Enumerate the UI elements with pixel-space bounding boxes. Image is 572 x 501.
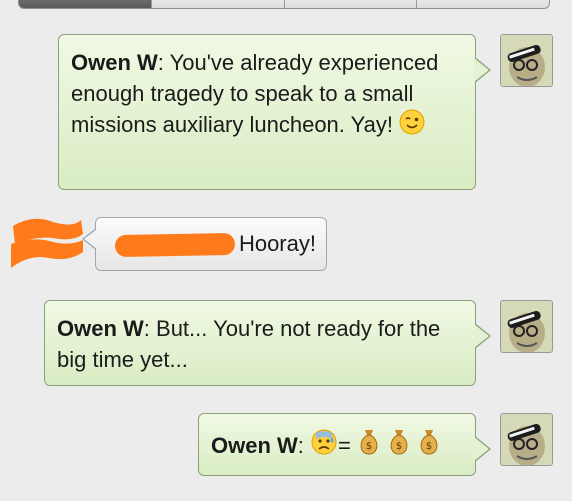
svg-text:$: $	[426, 441, 432, 452]
message-sender: Owen W	[211, 432, 298, 458]
message-bubble: Owen W: = $ $ $	[198, 413, 491, 476]
avatar[interactable]	[500, 34, 553, 87]
tab-segment-4[interactable]	[417, 0, 549, 8]
message-sender: Owen W	[57, 316, 144, 341]
equals-sign: =	[338, 432, 351, 458]
redacted-sender-name	[114, 233, 236, 258]
message-bubble: Owen W: You've already experienced enoug…	[58, 34, 491, 190]
message-bubble: Owen W: But... You're not ready for the …	[44, 300, 491, 386]
avatar-photo-icon	[501, 301, 552, 352]
svg-text:$: $	[366, 441, 372, 452]
tab-segment-1[interactable]	[19, 0, 152, 8]
message-bubble: Hooray!	[82, 217, 327, 271]
redacted-avatar	[11, 218, 83, 268]
money-bag-icon: $	[417, 428, 441, 466]
svg-text:$: $	[396, 441, 402, 452]
wink-face-icon	[399, 109, 425, 143]
message-sender: Owen W	[71, 50, 158, 75]
sender-separator: :	[297, 432, 311, 458]
sad-sweat-face-icon	[310, 428, 338, 466]
money-bag-icon: $	[387, 428, 411, 466]
avatar-photo-icon	[501, 414, 552, 465]
segmented-tab-bar[interactable]	[18, 0, 550, 9]
avatar[interactable]	[500, 413, 553, 466]
tab-segment-2[interactable]	[152, 0, 285, 8]
message-text: Hooray!	[238, 231, 316, 256]
avatar[interactable]	[500, 300, 553, 353]
sender-separator: :	[157, 50, 170, 75]
sender-separator: :	[143, 316, 157, 341]
tab-segment-3[interactable]	[285, 0, 418, 8]
avatar-photo-icon	[501, 35, 552, 86]
money-bag-icon: $	[357, 428, 381, 466]
